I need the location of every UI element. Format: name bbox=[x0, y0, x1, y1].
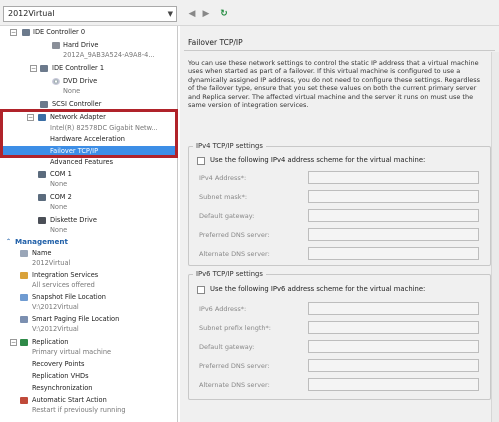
tree-item-ide-controller-0[interactable]: − IDE Controller 0 bbox=[0, 27, 177, 38]
tree-item-scsi-controller[interactable]: SCSI Controller bbox=[0, 99, 177, 110]
settings-detail-pane: Failover TCP/IP You can use these networ… bbox=[180, 26, 499, 422]
tree-item-diskette-detail: None bbox=[50, 226, 68, 234]
ipv4-group-title: IPv4 TCP/IP settings bbox=[193, 142, 266, 150]
ipv6-group-title: IPv6 TCP/IP settings bbox=[193, 270, 266, 278]
ipv6-gateway-label: Default gateway: bbox=[199, 343, 255, 351]
controller-icon bbox=[40, 65, 48, 72]
subnet-prefix-label: Subnet prefix length*: bbox=[199, 324, 271, 332]
vm-select-value: 2012Virtual bbox=[8, 9, 55, 18]
tree-item-snapshot-detail: V:\2012Virtual bbox=[32, 303, 79, 311]
tree-item-advanced-features[interactable]: Advanced Features bbox=[0, 157, 177, 168]
tree-item-ide-controller-1[interactable]: − IDE Controller 1 bbox=[0, 63, 177, 74]
tree-item-automatic-start-detail: Restart if previously running bbox=[32, 406, 126, 414]
ipv4-alternate-dns-label: Alternate DNS server: bbox=[199, 250, 270, 258]
ipv6-address-field[interactable] bbox=[308, 302, 479, 315]
forward-arrow-icon[interactable]: ▶ bbox=[200, 8, 212, 20]
subnet-prefix-field[interactable] bbox=[308, 321, 479, 334]
ipv4-gateway-field[interactable] bbox=[308, 209, 479, 222]
ipv4-address-label: IPv4 Address*: bbox=[199, 174, 247, 182]
ipv6-settings-group: IPv6 TCP/IP settings Use the following I… bbox=[188, 270, 491, 400]
ipv4-address-field[interactable] bbox=[308, 171, 479, 184]
tree-item-hardware-acceleration[interactable]: Hardware Acceleration bbox=[0, 134, 177, 145]
ipv4-enable-label: Use the following IPv4 address scheme fo… bbox=[210, 156, 426, 164]
diskette-icon bbox=[38, 217, 46, 224]
panel-title: Failover TCP/IP bbox=[188, 38, 243, 47]
tree-item-replication-detail: Primary virtual machine bbox=[32, 348, 112, 356]
com-port-icon bbox=[38, 194, 46, 201]
refresh-icon[interactable]: ↻ bbox=[218, 8, 230, 20]
network-adapter-icon bbox=[38, 114, 46, 121]
title-divider bbox=[184, 50, 495, 51]
tree-item-integration-detail: All services offered bbox=[32, 281, 95, 289]
ipv4-settings-group: IPv4 TCP/IP settings Use the following I… bbox=[188, 142, 491, 266]
replication-icon bbox=[20, 339, 28, 346]
collapse-icon[interactable]: − bbox=[30, 65, 37, 72]
vertical-scrollbar[interactable] bbox=[491, 52, 499, 422]
snapshot-icon bbox=[20, 294, 28, 301]
tree-item-name-detail: 2012Virtual bbox=[32, 259, 71, 267]
ipv6-enable-checkbox[interactable] bbox=[197, 286, 205, 294]
subnet-mask-field[interactable] bbox=[308, 190, 479, 203]
vm-select-dropdown[interactable]: 2012Virtual ▼ bbox=[3, 6, 177, 22]
ipv6-preferred-dns-label: Preferred DNS server: bbox=[199, 362, 270, 370]
scsi-icon bbox=[40, 101, 48, 108]
section-management[interactable]: ⌃ Management bbox=[0, 236, 177, 248]
ipv6-alternate-dns-field[interactable] bbox=[308, 378, 479, 391]
tree-item-network-adapter[interactable]: − Network Adapter bbox=[0, 112, 177, 123]
controller-icon bbox=[22, 29, 30, 36]
collapse-icon[interactable]: − bbox=[10, 29, 17, 36]
tree-item-failover-tcpip[interactable]: Failover TCP/IP bbox=[0, 146, 177, 157]
ipv4-alternate-dns-field[interactable] bbox=[308, 247, 479, 260]
tree-item-com2-detail: None bbox=[50, 203, 68, 211]
ipv4-enable-checkbox[interactable] bbox=[197, 157, 205, 165]
com-port-icon bbox=[38, 171, 46, 178]
collapse-icon[interactable]: − bbox=[10, 339, 17, 346]
name-icon bbox=[20, 250, 28, 257]
dvd-icon bbox=[52, 78, 60, 85]
ipv4-gateway-label: Default gateway: bbox=[199, 212, 255, 220]
tree-item-hard-drive-detail: 2012A_9AB3A524-A9A8-4... bbox=[63, 51, 155, 59]
back-arrow-icon[interactable]: ◀ bbox=[186, 8, 198, 20]
ipv6-enable-label: Use the following IPv6 address scheme fo… bbox=[210, 285, 426, 293]
ipv4-preferred-dns-label: Preferred DNS server: bbox=[199, 231, 270, 239]
top-toolbar: 2012Virtual ▼ ◀ ▶ ↻ bbox=[0, 0, 499, 26]
smart-paging-icon bbox=[20, 316, 28, 323]
automatic-start-icon bbox=[20, 397, 28, 404]
tree-item-recovery-points[interactable]: Recovery Points bbox=[0, 359, 177, 370]
hard-drive-icon bbox=[52, 42, 60, 49]
ipv6-address-label: IPv6 Address*: bbox=[199, 305, 247, 313]
ipv6-gateway-field[interactable] bbox=[308, 340, 479, 353]
ipv4-preferred-dns-field[interactable] bbox=[308, 228, 479, 241]
chevron-up-icon[interactable]: ⌃ bbox=[6, 236, 11, 248]
tree-item-smart-paging-detail: V:\2012Virtual bbox=[32, 325, 79, 333]
tree-item-network-adapter-detail: Intel(R) 82578DC Gigabit Netw... bbox=[50, 124, 158, 132]
tree-item-dvd-detail: None bbox=[63, 87, 81, 95]
ipv6-preferred-dns-field[interactable] bbox=[308, 359, 479, 372]
subnet-mask-label: Subnet mask*: bbox=[199, 193, 248, 201]
settings-tree: − IDE Controller 0 Hard Drive 2012A_9AB3… bbox=[0, 26, 178, 422]
tree-item-replication-vhds[interactable]: Replication VHDs bbox=[0, 371, 177, 382]
tree-item-com1-detail: None bbox=[50, 180, 68, 188]
panel-description: You can use these network settings to co… bbox=[188, 59, 481, 110]
integration-services-icon bbox=[20, 272, 28, 279]
chevron-down-icon: ▼ bbox=[167, 10, 173, 18]
ipv6-alternate-dns-label: Alternate DNS server: bbox=[199, 381, 270, 389]
collapse-icon[interactable]: − bbox=[27, 114, 34, 121]
tree-item-resynchronization[interactable]: Resynchronization bbox=[0, 383, 177, 394]
